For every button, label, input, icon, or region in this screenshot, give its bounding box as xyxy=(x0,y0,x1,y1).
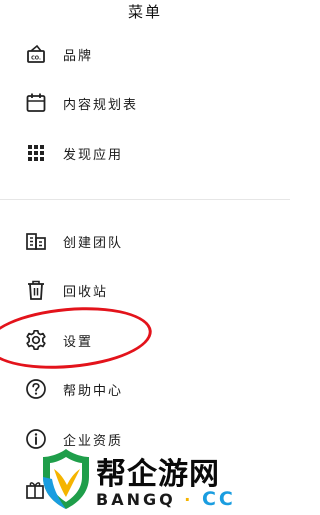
watermark-domain-left: BANGQ xyxy=(96,490,176,509)
menu-item-label: 发现应用 xyxy=(63,147,124,163)
menu-item-content-plan[interactable]: 内容规划表 xyxy=(0,85,290,121)
team-building-icon xyxy=(24,229,48,253)
menu-item-create-team[interactable]: 创建团队 xyxy=(0,223,290,259)
menu-item-label: 内容规划表 xyxy=(63,97,139,113)
menu-item-discover-apps[interactable]: 发现应用 xyxy=(0,135,290,171)
menu-item-label: 创建团队 xyxy=(63,235,124,251)
menu-divider xyxy=(0,199,290,200)
menu-item-help-center[interactable]: 帮助中心 xyxy=(0,371,290,407)
help-icon xyxy=(24,377,48,401)
watermark-domain: BANGQ · CC xyxy=(96,488,236,510)
menu-item-label: 品牌 xyxy=(63,48,94,64)
page-title: 菜单 xyxy=(127,3,162,21)
highlight-circle xyxy=(0,300,155,376)
menu-item-recycle-bin[interactable]: 回收站 xyxy=(0,272,290,308)
apps-grid-icon xyxy=(24,141,48,165)
brand-card-icon: CO. xyxy=(24,42,48,66)
menu-item-label: 回收站 xyxy=(63,284,109,300)
watermark-domain-dot: · xyxy=(184,490,194,509)
svg-text:CO.: CO. xyxy=(31,56,41,62)
menu-item-brand[interactable]: CO. 品牌 xyxy=(0,36,290,72)
watermark-name: 帮企游网 xyxy=(96,457,220,492)
trash-icon xyxy=(24,278,48,302)
shield-logo-icon xyxy=(43,449,89,509)
menu-item-label: 帮助中心 xyxy=(63,383,124,399)
watermark-logo: 帮企游网 BANGQ · CC xyxy=(38,445,288,515)
calendar-icon xyxy=(24,91,48,115)
watermark-domain-right: CC xyxy=(201,488,236,510)
